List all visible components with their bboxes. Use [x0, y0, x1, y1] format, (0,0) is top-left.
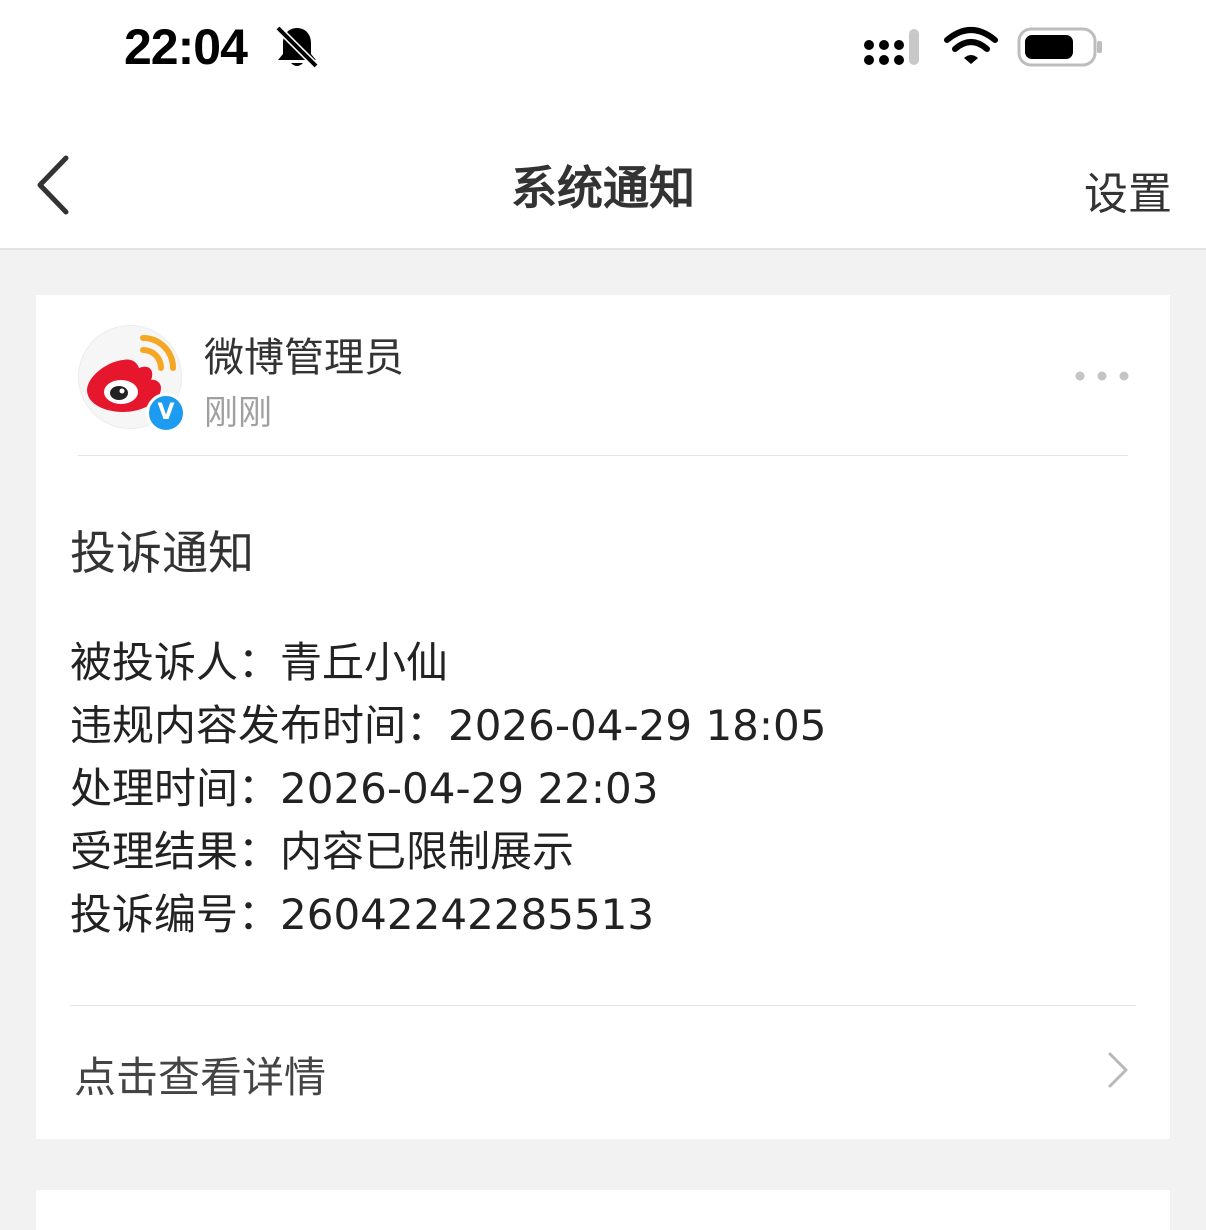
- view-details-row[interactable]: 点击查看详情: [36, 1006, 1170, 1139]
- divider: [78, 455, 1128, 456]
- detail-value: 2026-04-29 22:03: [280, 764, 659, 813]
- detail-value: 26042242285513: [280, 890, 655, 939]
- sender-name[interactable]: 微博管理员: [204, 325, 404, 383]
- bell-slash-icon: [275, 25, 319, 69]
- nav-bar: 系统通知 设置: [0, 100, 1206, 250]
- status-time: 22:04: [124, 19, 248, 75]
- status-bar: 22:04: [0, 0, 1206, 100]
- detail-value: 2026-04-29 18:05: [448, 701, 827, 750]
- detail-list: 被投诉人：青丘小仙 违规内容发布时间：2026-04-29 18:05 处理时间…: [70, 631, 827, 946]
- cellular-signal-icon: [864, 29, 919, 65]
- detail-label: 处理时间：: [70, 764, 281, 813]
- battery-icon: [1017, 27, 1102, 67]
- detail-label: 被投诉人：: [70, 638, 281, 687]
- detail-row: 被投诉人：青丘小仙: [70, 631, 827, 694]
- notice-title: 投诉通知: [70, 526, 254, 580]
- verified-badge: V: [146, 393, 186, 433]
- detail-row: 投诉编号：26042242285513: [70, 883, 827, 946]
- detail-label: 投诉编号：: [70, 890, 281, 939]
- detail-label: 受理结果：: [70, 827, 281, 876]
- timestamp: 刚刚: [204, 393, 272, 433]
- detail-row: 违规内容发布时间：2026-04-29 18:05: [70, 694, 827, 757]
- wifi-icon: [944, 27, 998, 64]
- notification-card-next: [36, 1190, 1170, 1230]
- detail-row: 处理时间：2026-04-29 22:03: [70, 757, 827, 820]
- page-title: 系统通知: [511, 161, 695, 215]
- view-details-link[interactable]: 点击查看详情: [74, 1044, 326, 1105]
- detail-value: 青丘小仙: [280, 638, 449, 687]
- settings-button[interactable]: 设置: [1084, 158, 1172, 222]
- detail-label: 违规内容发布时间：: [70, 701, 449, 750]
- detail-row: 受理结果：内容已限制展示: [70, 820, 827, 883]
- notification-card: V 微博管理员 刚刚 投诉通知 被投诉人：青丘小仙 违规内容发布时间：2026-…: [36, 295, 1170, 1139]
- detail-value: 内容已限制展示: [280, 827, 575, 876]
- more-options-icon[interactable]: [1072, 365, 1132, 387]
- chevron-right-icon: [1108, 1052, 1128, 1088]
